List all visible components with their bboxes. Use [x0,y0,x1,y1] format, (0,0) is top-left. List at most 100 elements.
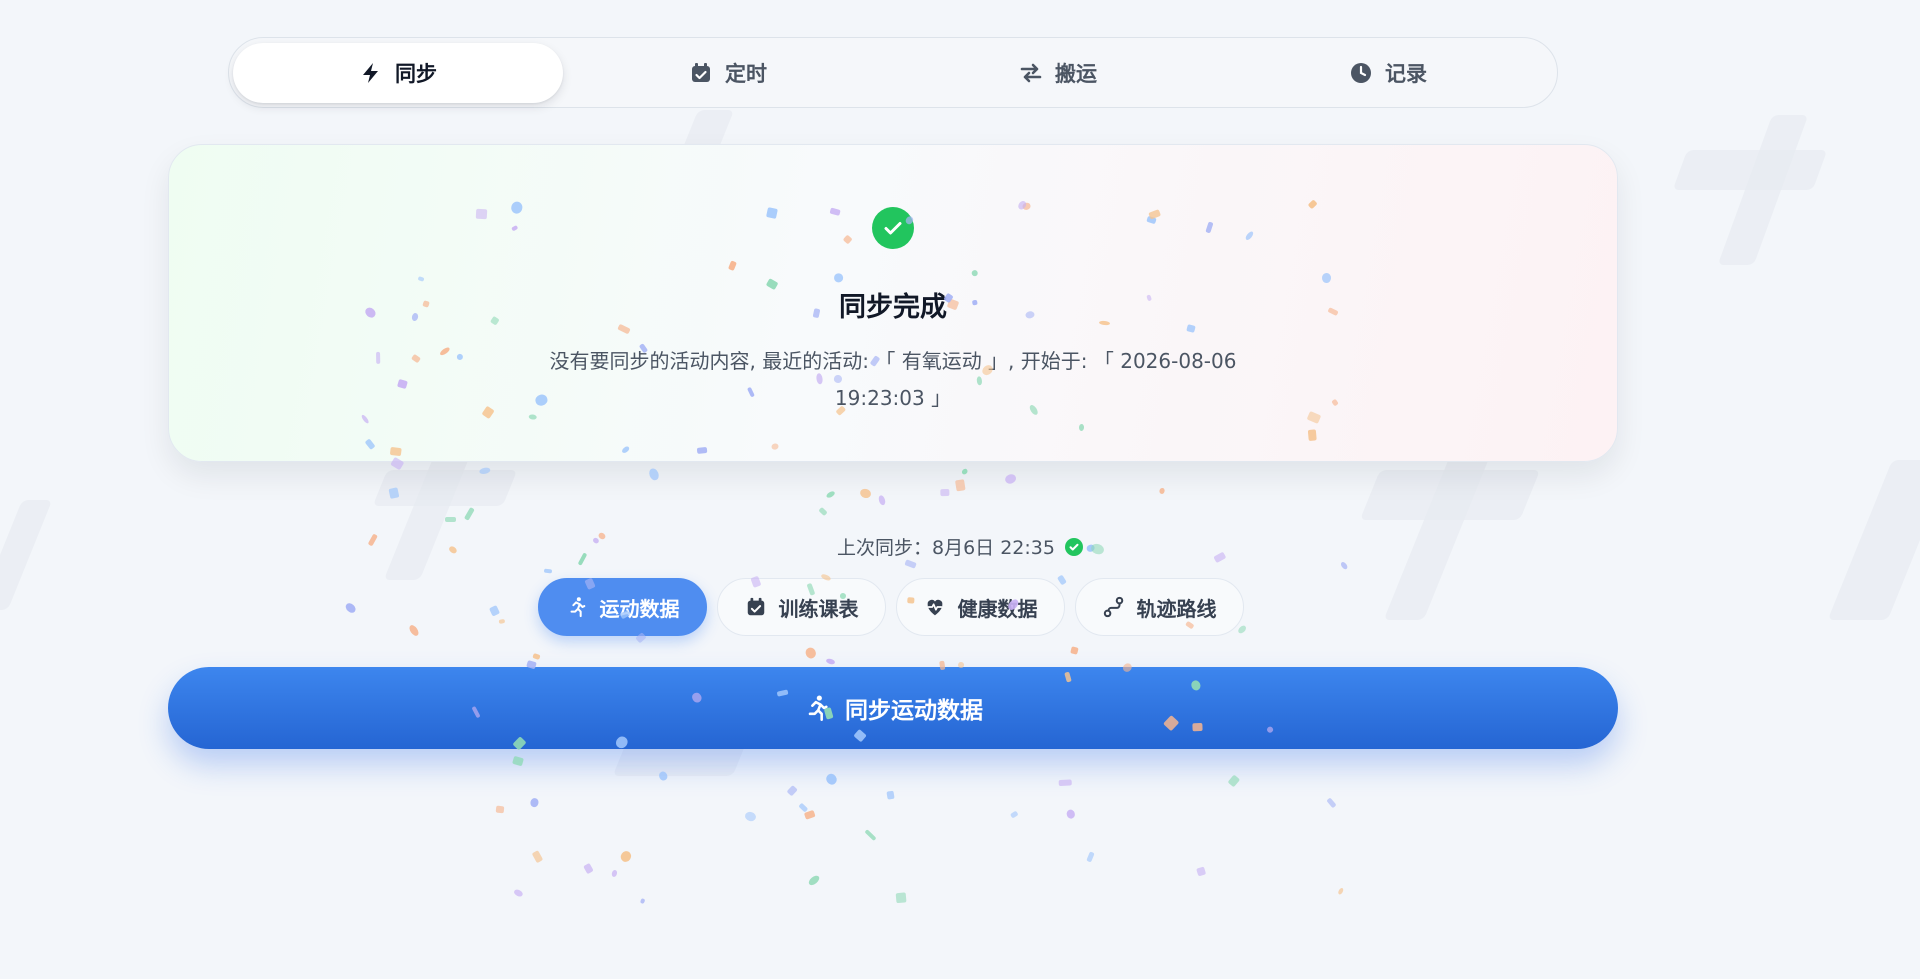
confetti-piece [864,829,877,842]
confetti-piece [1059,780,1073,787]
tab-schedule[interactable]: 定时 [563,43,893,103]
confetti-piece [1070,646,1080,655]
confetti-piece [445,517,457,522]
confetti-piece [343,601,358,616]
confetti-piece [407,623,420,638]
sync-button-label: 同步运动数据 [845,698,983,724]
tab-transfer[interactable]: 搬运 [893,43,1223,103]
confetti-piece [1086,851,1096,863]
chip-label: 运动数据 [599,596,680,621]
confetti-piece [1336,886,1344,895]
tab-label: 记录 [1385,61,1427,86]
confetti-piece [512,756,524,767]
confetti-piece [825,772,840,787]
running-icon [569,597,585,618]
confetti-piece [824,490,836,500]
confetti-piece [1326,797,1337,809]
chip-activity-data[interactable]: 运动数据 [538,578,707,636]
confetti-piece [804,809,816,820]
data-type-chips: 运动数据 训练课表 健康数据 轨迹路线 [538,578,1244,636]
confetti-piece [647,467,660,483]
last-sync-info: 上次同步：8月6日 22:35 [0,533,1920,560]
confetti-piece [817,506,828,516]
confetti-piece [798,802,808,812]
confetti-piece [1227,774,1241,788]
confetti-piece [877,494,887,507]
confetti-piece [961,467,969,476]
route-icon [1103,596,1123,618]
confetti-piece [743,810,757,823]
tab-label: 定时 [725,61,767,86]
arrows-exchange-icon [1020,63,1042,82]
confetti-piece [640,897,646,905]
confetti-piece [696,446,708,454]
confetti-piece [397,378,408,389]
confetti-piece [976,376,983,386]
chip-label: 轨迹路线 [1136,596,1217,621]
calendar-check-icon [692,62,710,82]
confetti-piece [488,604,500,617]
confetti-piece [388,486,400,499]
confetti-piece [858,488,873,501]
confetti-piece [1186,323,1196,333]
confetti-piece [955,479,966,492]
chip-health-data[interactable]: 健康数据 [896,578,1065,636]
confetti-piece [1196,866,1207,877]
confetti-piece [766,207,778,219]
watermark-shape [1717,115,1809,265]
heartbeat-icon [927,599,942,616]
bolt-icon [363,62,378,83]
confetti-piece [825,658,836,666]
confetti-piece [1308,428,1318,441]
confetti-piece [895,892,907,904]
confetti-piece [939,660,946,670]
confetti-piece [904,559,918,570]
confetti-piece [1191,722,1203,732]
confetti-piece [886,790,896,800]
clock-icon [1351,62,1371,83]
confetti-piece [806,873,821,887]
confetti-piece [971,269,979,277]
chip-route-data[interactable]: 轨迹路线 [1075,578,1244,636]
confetti-piece [531,850,543,864]
last-sync-text: 上次同步：8月6日 22:35 [837,537,1055,559]
status-title: 同步完成 [839,292,947,323]
confetti-piece [532,653,541,660]
calendar-check-icon [747,597,764,616]
sync-page: 同步 定时 搬运 记录 同步完成 没有要同步的活动内容, 最近的活动: 「 有氧… [0,0,1920,979]
confetti-piece [583,862,594,875]
watermark-shape [1383,440,1497,620]
confetti-piece [390,447,402,457]
confetti-piece [1066,809,1077,820]
confetti-piece [498,618,505,624]
main-tab-bar: 同步 定时 搬运 记录 [228,37,1558,108]
confetti-piece [786,784,798,796]
tab-label: 同步 [395,61,437,86]
sync-activity-button[interactable]: 同步运动数据 [168,667,1618,749]
confetti-piece [906,597,915,604]
chip-label: 健康数据 [957,596,1038,621]
confetti-piece [833,272,844,283]
tab-label: 搬运 [1055,61,1097,86]
chip-label: 训练课表 [778,596,859,621]
confetti-piece [512,888,524,898]
confetti-piece [1158,487,1165,495]
confetti-piece [464,506,475,521]
confetti-piece [1009,810,1019,819]
confetti-piece [530,797,540,809]
confetti-piece [1003,472,1018,486]
confetti-piece [611,868,618,877]
confetti-piece [495,805,506,813]
confetti-piece [376,352,381,365]
check-circle-icon [872,207,914,249]
confetti-piece [618,849,634,864]
confetti-piece [1339,560,1349,571]
check-circle-icon [1064,537,1083,556]
tab-sync[interactable]: 同步 [233,42,563,103]
chip-training-plan[interactable]: 训练课表 [717,578,886,636]
confetti-piece [940,488,950,497]
confetti-piece [543,568,552,574]
status-message: 没有要同步的活动内容, 最近的活动: 「 有氧运动 」, 开始于: 「 2026… [549,349,1237,410]
tab-history[interactable]: 记录 [1223,43,1553,103]
confetti-piece [803,645,818,661]
